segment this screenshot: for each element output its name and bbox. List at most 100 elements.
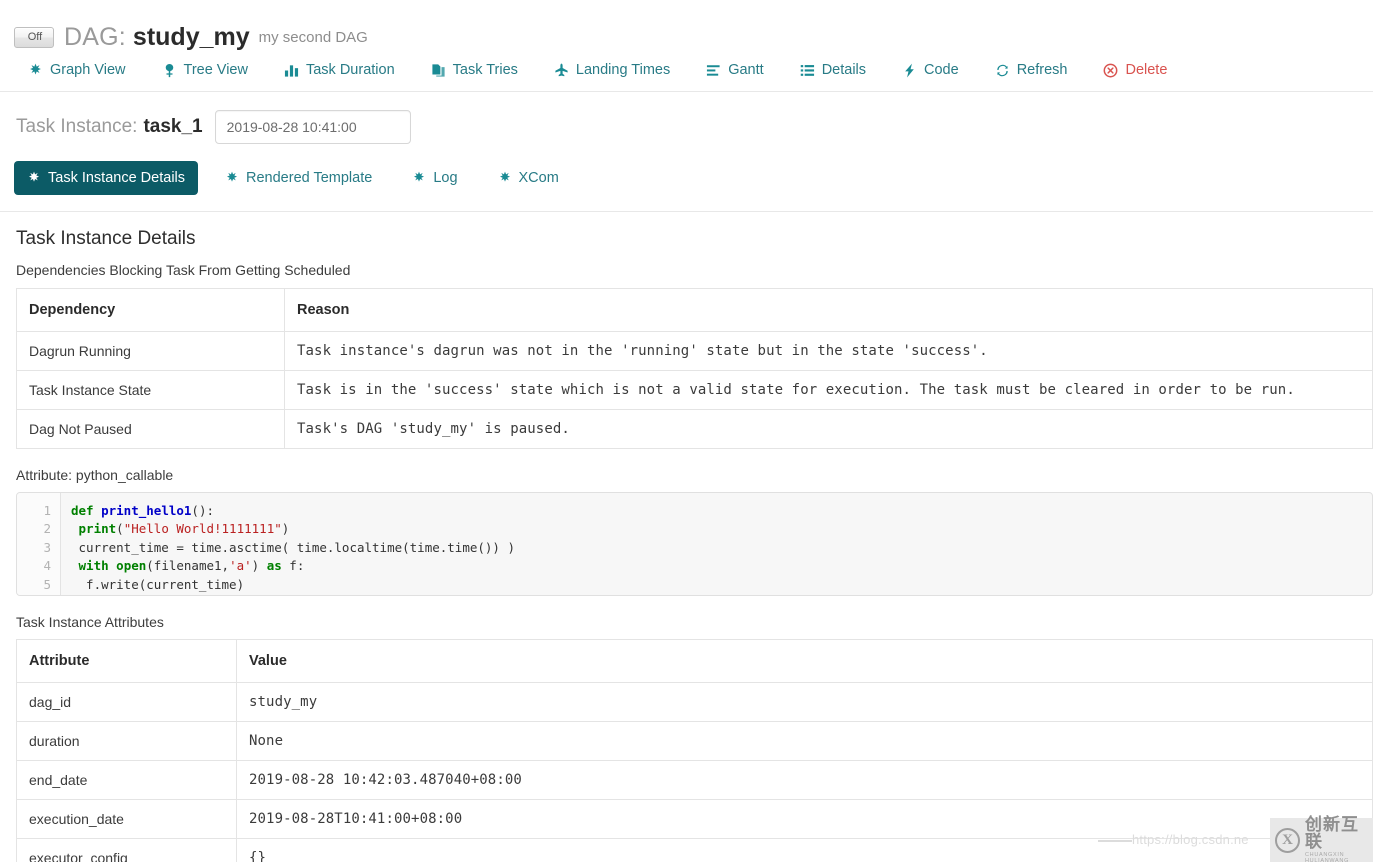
table-header-row: Dependency Reason xyxy=(17,289,1373,332)
tab-task-instance-details[interactable]: Task Instance Details xyxy=(14,161,198,195)
watermark-rule xyxy=(1098,840,1132,842)
task-instance-header: Task Instance: task_1 xyxy=(0,92,1373,144)
code-line: with open(filename1,'a') as f: xyxy=(71,557,1372,575)
asterisk-icon xyxy=(225,171,239,185)
tab-label: Task Instance Details xyxy=(48,170,185,186)
column-header-value: Value xyxy=(237,640,1373,683)
watermark-logo-en: CHUANGXIN HULIANWANG xyxy=(1305,853,1373,862)
nav-item-tree-view[interactable]: Tree View xyxy=(162,62,248,78)
nav-item-label: Details xyxy=(822,62,866,78)
cell-dependency: Dag Not Paused xyxy=(17,410,285,449)
cell-value: None xyxy=(237,722,1373,761)
nav-item-graph-view[interactable]: Graph View xyxy=(28,62,126,78)
line-number: 4 xyxy=(17,557,51,575)
details-body: Task Instance Details Dependencies Block… xyxy=(0,228,1373,862)
nav-item-code[interactable]: Code xyxy=(902,62,959,78)
task-instance-attributes-table: Attribute Value dag_id study_my duration… xyxy=(16,639,1373,862)
cell-reason: Task is in the 'success' state which is … xyxy=(285,371,1373,410)
nav-item-label: Delete xyxy=(1125,62,1167,78)
nav-item-label: Task Duration xyxy=(306,62,395,78)
cell-dependency: Task Instance State xyxy=(17,371,285,410)
tab-label: XCom xyxy=(519,170,559,186)
align-left-icon xyxy=(706,63,721,78)
plane-icon xyxy=(554,63,569,78)
nav-item-label: Tree View xyxy=(184,62,248,78)
table-header-row: Attribute Value xyxy=(17,640,1373,683)
watermark-logo: X 创新互联 CHUANGXIN HULIANWANG xyxy=(1270,818,1373,862)
table-row: dag_id study_my xyxy=(17,683,1373,722)
table-row: Dag Not Paused Task's DAG 'study_my' is … xyxy=(17,410,1373,449)
table-row: end_date 2019-08-28 10:42:03.487040+08:0… xyxy=(17,761,1373,800)
page-title: study_my xyxy=(133,23,250,52)
dag-pause-toggle[interactable]: Off xyxy=(14,27,54,48)
tab-label: Log xyxy=(433,170,457,186)
table-row: Dagrun Running Task instance's dagrun wa… xyxy=(17,332,1373,371)
cell-dependency: Dagrun Running xyxy=(17,332,285,371)
column-header-reason: Reason xyxy=(285,289,1373,332)
execution-date-input[interactable] xyxy=(215,110,411,144)
nav-item-gantt[interactable]: Gantt xyxy=(706,62,763,78)
dag-header: Off DAG: study_my my second DAG xyxy=(0,0,1373,46)
cell-attribute: dag_id xyxy=(17,683,237,722)
code-line: f.write(current_time) xyxy=(71,576,1372,594)
task-instance-label: Task Instance: xyxy=(16,116,137,138)
nav-item-refresh[interactable]: Refresh xyxy=(995,62,1068,78)
column-header-attribute: Attribute xyxy=(17,640,237,683)
line-number: 5 xyxy=(17,576,51,594)
dependencies-table: Dependency Reason Dagrun Running Task in… xyxy=(16,288,1373,449)
asterisk-icon xyxy=(412,171,426,185)
copy-files-icon xyxy=(431,63,446,78)
watermark-logo-text: 创新互联 CHUANGXIN HULIANWANG xyxy=(1305,816,1373,862)
nav-item-task-duration[interactable]: Task Duration xyxy=(284,62,395,78)
line-number: 3 xyxy=(17,539,51,557)
nav-item-label: Graph View xyxy=(50,62,126,78)
code-line: current_time = time.asctime( time.localt… xyxy=(71,539,1372,557)
tab-rendered-template[interactable]: Rendered Template xyxy=(212,161,385,195)
asterisk-icon xyxy=(27,171,41,185)
list-icon xyxy=(800,63,815,78)
asterisk-icon xyxy=(28,63,43,78)
code-line: print("Hello World!1111111") xyxy=(71,520,1372,538)
python-callable-code-block: 1 2 3 4 5 def print_hello1(): print("Hel… xyxy=(16,492,1373,596)
nav-item-label: Gantt xyxy=(728,62,763,78)
cell-reason: Task's DAG 'study_my' is paused. xyxy=(285,410,1373,449)
cell-reason: Task instance's dagrun was not in the 'r… xyxy=(285,332,1373,371)
nav-item-label: Task Tries xyxy=(453,62,518,78)
tab-xcom[interactable]: XCom xyxy=(485,161,572,195)
deps-subtitle: Dependencies Blocking Task From Getting … xyxy=(16,262,1373,278)
code-line-numbers: 1 2 3 4 5 xyxy=(17,493,61,595)
cell-attribute: end_date xyxy=(17,761,237,800)
nav-item-task-tries[interactable]: Task Tries xyxy=(431,62,518,78)
cell-attribute: duration xyxy=(17,722,237,761)
cell-value: 2019-08-28 10:42:03.487040+08:00 xyxy=(237,761,1373,800)
line-number: 1 xyxy=(17,502,51,520)
cell-value: study_my xyxy=(237,683,1373,722)
dag-description: my second DAG xyxy=(259,29,368,46)
nav-item-label: Landing Times xyxy=(576,62,670,78)
task-instance-tabs: Task Instance Details Rendered Template … xyxy=(0,144,1373,195)
python-callable-label: Attribute: python_callable xyxy=(16,467,1373,483)
code-source: def print_hello1(): print("Hello World!1… xyxy=(61,493,1372,595)
watermark-url: https://blog.csdn.ne xyxy=(1132,832,1249,847)
nav-item-details[interactable]: Details xyxy=(800,62,866,78)
bolt-icon xyxy=(902,63,917,78)
watermark-logo-cn: 创新互联 xyxy=(1305,816,1373,850)
tab-log[interactable]: Log xyxy=(399,161,470,195)
nav-item-label: Refresh xyxy=(1017,62,1068,78)
table-row: Task Instance State Task is in the 'succ… xyxy=(17,371,1373,410)
tab-label: Rendered Template xyxy=(246,170,372,186)
airflow-task-instance-details-page: Off DAG: study_my my second DAG Graph Vi… xyxy=(0,0,1373,862)
refresh-icon xyxy=(995,63,1010,78)
asterisk-icon xyxy=(498,171,512,185)
page-title-prefix: DAG: xyxy=(64,23,126,52)
attributes-section-label: Task Instance Attributes xyxy=(16,614,1373,630)
section-title: Task Instance Details xyxy=(16,228,1373,250)
nav-item-label: Code xyxy=(924,62,959,78)
cell-attribute: execution_date xyxy=(17,800,237,839)
dag-pause-toggle-label: Off xyxy=(26,31,42,43)
nav-item-landing-times[interactable]: Landing Times xyxy=(554,62,670,78)
nav-item-delete[interactable]: Delete xyxy=(1103,62,1167,78)
delete-circle-icon xyxy=(1103,63,1118,78)
line-number: 2 xyxy=(17,520,51,538)
task-instance-name: task_1 xyxy=(143,116,202,138)
